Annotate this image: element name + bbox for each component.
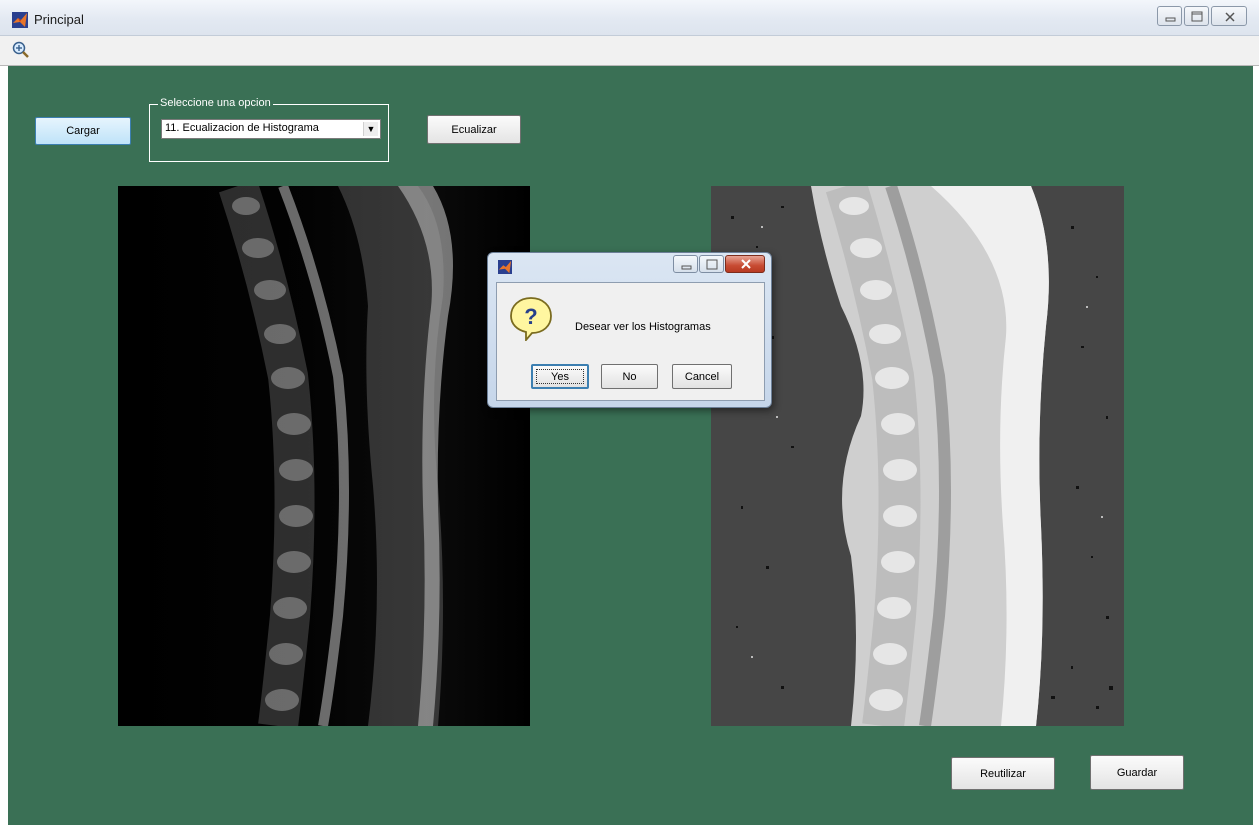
no-button[interactable]: No xyxy=(601,364,658,389)
save-button[interactable]: Guardar xyxy=(1090,755,1184,790)
svg-text:?: ? xyxy=(524,304,537,329)
original-image-panel xyxy=(118,186,530,726)
dialog-body: ? Desear ver los Histogramas Yes No Canc… xyxy=(496,282,765,401)
options-group: Seleccione una opcion 11. Ecualizacion d… xyxy=(149,97,389,162)
option-select[interactable]: 11. Ecualizacion de Histograma ▼ xyxy=(161,119,381,139)
question-icon: ? xyxy=(510,297,552,341)
equalize-button[interactable]: Ecualizar xyxy=(427,115,521,144)
window-title: Principal xyxy=(34,12,84,27)
cancel-button[interactable]: Cancel xyxy=(672,364,732,389)
close-icon[interactable] xyxy=(1211,6,1247,26)
dialog-close-icon[interactable] xyxy=(725,255,765,273)
dialog-message: Desear ver los Histogramas xyxy=(575,321,711,333)
yes-button-label: Yes xyxy=(551,370,569,383)
matlab-logo-icon xyxy=(12,12,28,28)
options-group-title: Seleccione una opcion xyxy=(158,97,273,109)
dialog-window-controls xyxy=(673,255,765,273)
equalized-mri-image xyxy=(711,186,1124,726)
figure-area: Cargar Seleccione una opcion 11. Ecualiz… xyxy=(8,66,1253,825)
toolbar xyxy=(0,36,1259,66)
question-dialog: ? Desear ver los Histogramas Yes No Canc… xyxy=(487,252,772,408)
maximize-icon[interactable] xyxy=(1184,6,1209,26)
equalized-image-panel xyxy=(711,186,1124,726)
zoom-in-icon[interactable] xyxy=(12,41,30,59)
chevron-down-icon[interactable]: ▼ xyxy=(363,122,378,136)
option-select-value: 11. Ecualizacion de Histograma xyxy=(165,122,319,134)
minimize-icon[interactable] xyxy=(1157,6,1182,26)
reuse-button[interactable]: Reutilizar xyxy=(951,757,1055,790)
dialog-minimize-icon[interactable] xyxy=(673,255,698,273)
matlab-logo-icon xyxy=(498,260,512,274)
yes-button[interactable]: Yes xyxy=(531,364,589,389)
dialog-maximize-icon[interactable] xyxy=(699,255,724,273)
load-button[interactable]: Cargar xyxy=(35,117,131,145)
window-controls xyxy=(1157,6,1247,26)
title-bar: Principal xyxy=(0,0,1259,36)
original-mri-image xyxy=(118,186,530,726)
